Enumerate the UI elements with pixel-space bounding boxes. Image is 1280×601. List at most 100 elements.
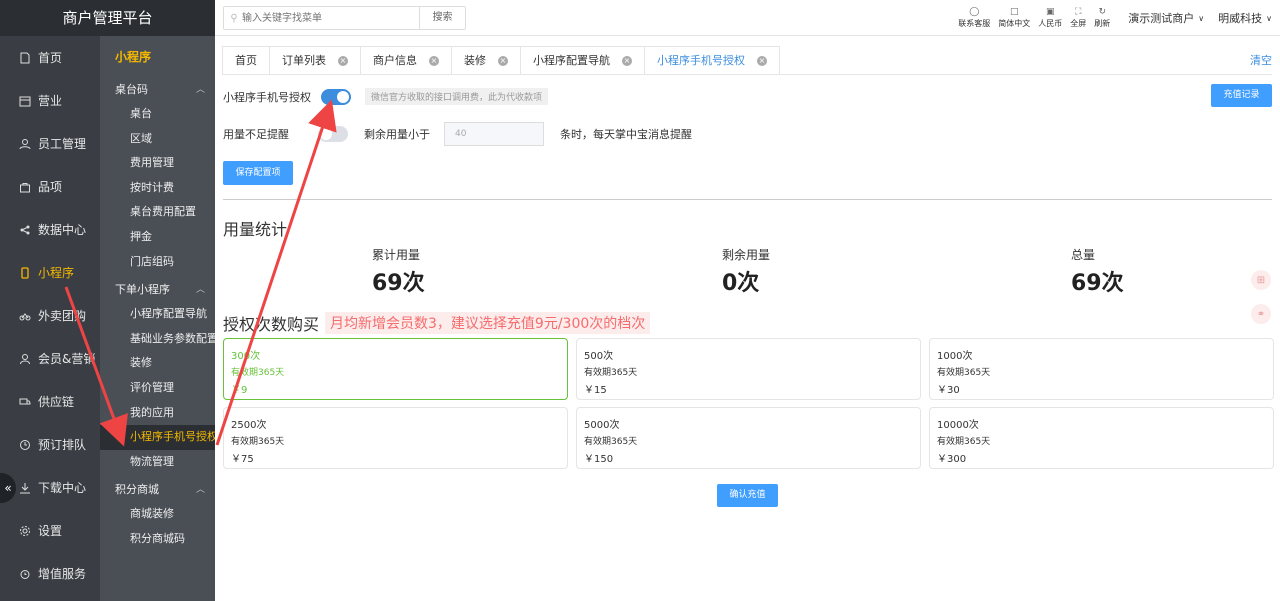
submenu-item[interactable]: 装修: [100, 351, 215, 376]
submenu-item-phone-auth[interactable]: 小程序手机号授权: [100, 425, 215, 450]
submenu-item[interactable]: 基础业务参数配置: [100, 327, 215, 352]
headset-icon: ◯: [969, 7, 980, 17]
nav-item-member[interactable]: 会员&营销: [0, 337, 100, 380]
secondary-menu: 小程序 桌台码 ︿ 桌台 区域 费用管理 按时计费 桌台费用配置 押金 门店组码…: [100, 36, 215, 601]
submenu-group-table-code[interactable]: 桌台码 ︿: [100, 78, 215, 102]
nav-label: 设置: [38, 524, 63, 538]
package-grid: 300次 有效期365天 ￥9 500次 有效期365天 ￥15 1000次 有…: [223, 338, 1274, 469]
nav-label: 增值服务: [38, 567, 87, 581]
package-name: 500次: [584, 351, 614, 362]
auth-toggle[interactable]: [321, 88, 351, 105]
remaining-suffix: 条时，每天掌中宝消息提醒: [560, 128, 692, 141]
search-input[interactable]: [240, 7, 419, 29]
submenu-item[interactable]: 门店组码: [100, 250, 215, 275]
tab-merchant-info[interactable]: 商户信息 ×: [360, 46, 451, 75]
submenu-item[interactable]: 费用管理: [100, 151, 215, 176]
submenu-item[interactable]: 桌台费用配置: [100, 200, 215, 225]
submenu-item[interactable]: 评价管理: [100, 376, 215, 401]
submenu-item[interactable]: 物流管理: [100, 450, 215, 475]
nav-item-value-added[interactable]: 增值服务: [0, 552, 100, 595]
close-icon[interactable]: ×: [498, 55, 508, 66]
currency-button[interactable]: ▣ 人民币: [1038, 7, 1062, 29]
package-card[interactable]: 2500次 有效期365天 ￥75: [223, 407, 568, 469]
nav-item-miniprogram[interactable]: 小程序: [0, 251, 100, 294]
submenu-item[interactable]: 桌台: [100, 102, 215, 127]
language-icon: □: [1010, 7, 1019, 17]
grid-plus-icon[interactable]: ⊞: [1251, 270, 1271, 290]
chevron-down-icon: ∨: [1198, 13, 1205, 23]
tool-label: 人民币: [1038, 19, 1063, 28]
tab-phone-auth[interactable]: 小程序手机号授权 ×: [644, 46, 780, 75]
nav-item-supply[interactable]: 供应链: [0, 380, 100, 423]
clock-icon: [18, 438, 32, 452]
low-usage-label: 用量不足提醒: [223, 128, 289, 141]
package-card[interactable]: 10000次 有效期365天 ￥300: [929, 407, 1274, 469]
nav-item-home[interactable]: 首页: [0, 36, 100, 79]
close-icon[interactable]: ×: [757, 55, 767, 66]
confirm-recharge-button[interactable]: 确认充值: [717, 484, 778, 507]
nav-item-takeout[interactable]: 外卖团购: [0, 294, 100, 337]
close-icon[interactable]: ×: [622, 55, 632, 66]
submenu-item[interactable]: 我的应用: [100, 401, 215, 426]
user-icon: [18, 352, 32, 366]
tab-label: 小程序配置导航: [533, 54, 610, 67]
nav-item-staff[interactable]: 员工管理: [0, 122, 100, 165]
recharge-record-button[interactable]: 充值记录: [1211, 84, 1272, 107]
package-validity: 有效期365天: [584, 368, 638, 378]
package-card-selected[interactable]: 300次 有效期365天 ￥9: [223, 338, 568, 400]
package-price: ￥300: [937, 454, 967, 465]
nav-item-data-center[interactable]: 数据中心: [0, 208, 100, 251]
nav-label: 下载中心: [38, 481, 87, 495]
translate-icon[interactable]: ⚭: [1251, 304, 1271, 324]
package-card[interactable]: 5000次 有效期365天 ￥150: [576, 407, 921, 469]
contact-support-button[interactable]: ◯ 联系客服: [958, 7, 990, 29]
close-icon[interactable]: ×: [429, 55, 439, 66]
submenu-group-points-mall[interactable]: 积分商城 ︿: [100, 478, 215, 502]
submenu-item[interactable]: 商城装修: [100, 502, 215, 527]
language-button[interactable]: □ 简体中文: [998, 7, 1030, 29]
nav-item-reservation[interactable]: 预订排队: [0, 423, 100, 466]
stat-value: 0次: [722, 271, 760, 296]
package-card[interactable]: 1000次 有效期365天 ￥30: [929, 338, 1274, 400]
nav-item-products[interactable]: 品项: [0, 165, 100, 208]
nav-item-business[interactable]: 营业: [0, 79, 100, 122]
close-icon[interactable]: ×: [338, 55, 348, 66]
merchant-switcher[interactable]: 演示测试商户 ∨: [1128, 10, 1204, 26]
org-name: 明威科技: [1218, 12, 1263, 25]
refresh-button[interactable]: ↻ 刷新: [1094, 7, 1110, 29]
submenu-item[interactable]: 小程序配置导航: [100, 302, 215, 327]
submenu-item[interactable]: 积分商城码: [100, 527, 215, 552]
stat-value: 69次: [1071, 271, 1124, 296]
tab-miniprogram-nav[interactable]: 小程序配置导航 ×: [520, 46, 644, 75]
clear-tabs-link[interactable]: 清空: [1250, 52, 1272, 68]
auth-setting-row: 小程序手机号授权 微信官方收取的接口调用费，此为代收款项: [223, 88, 549, 105]
stat-total: 总量 69次: [1071, 246, 1124, 297]
save-config-button[interactable]: 保存配置项: [223, 161, 293, 185]
top-bar: ⚲ 搜索 ◯ 联系客服 □ 简体中文 ▣ 人民币 ⛶ 全屏 ↻ 刷新: [215, 0, 1280, 36]
tab-decoration[interactable]: 装修 ×: [451, 46, 520, 75]
section-divider: [223, 199, 1272, 200]
submenu-item[interactable]: 押金: [100, 225, 215, 250]
floating-tools: ⊞ ⚭: [1251, 270, 1271, 338]
alarm-icon: [18, 567, 32, 581]
remaining-threshold-input[interactable]: [444, 122, 544, 146]
tab-order-list[interactable]: 订单列表 ×: [269, 46, 360, 75]
fullscreen-button[interactable]: ⛶ 全屏: [1070, 7, 1086, 29]
tool-label: 刷新: [1094, 19, 1111, 28]
submenu-group-order-miniprogram[interactable]: 下单小程序 ︿: [100, 278, 215, 302]
org-menu[interactable]: 明威科技 ∨: [1218, 10, 1272, 26]
calendar-icon: [18, 94, 32, 108]
submenu-item[interactable]: 区域: [100, 127, 215, 152]
chevron-up-icon: ︿: [195, 285, 205, 296]
nav-label: 外卖团购: [38, 309, 87, 323]
package-card[interactable]: 500次 有效期365天 ￥15: [576, 338, 921, 400]
search-button[interactable]: 搜索: [419, 7, 465, 29]
stat-cumulative: 累计用量 69次: [372, 246, 425, 297]
currency-icon: ▣: [1046, 7, 1055, 17]
nav-item-settings[interactable]: 设置: [0, 509, 100, 552]
nav-label: 员工管理: [38, 137, 87, 151]
nav-label: 小程序: [38, 266, 75, 280]
submenu-item[interactable]: 按时计费: [100, 176, 215, 201]
tab-home[interactable]: 首页: [222, 46, 269, 75]
low-usage-toggle[interactable]: [318, 126, 348, 142]
